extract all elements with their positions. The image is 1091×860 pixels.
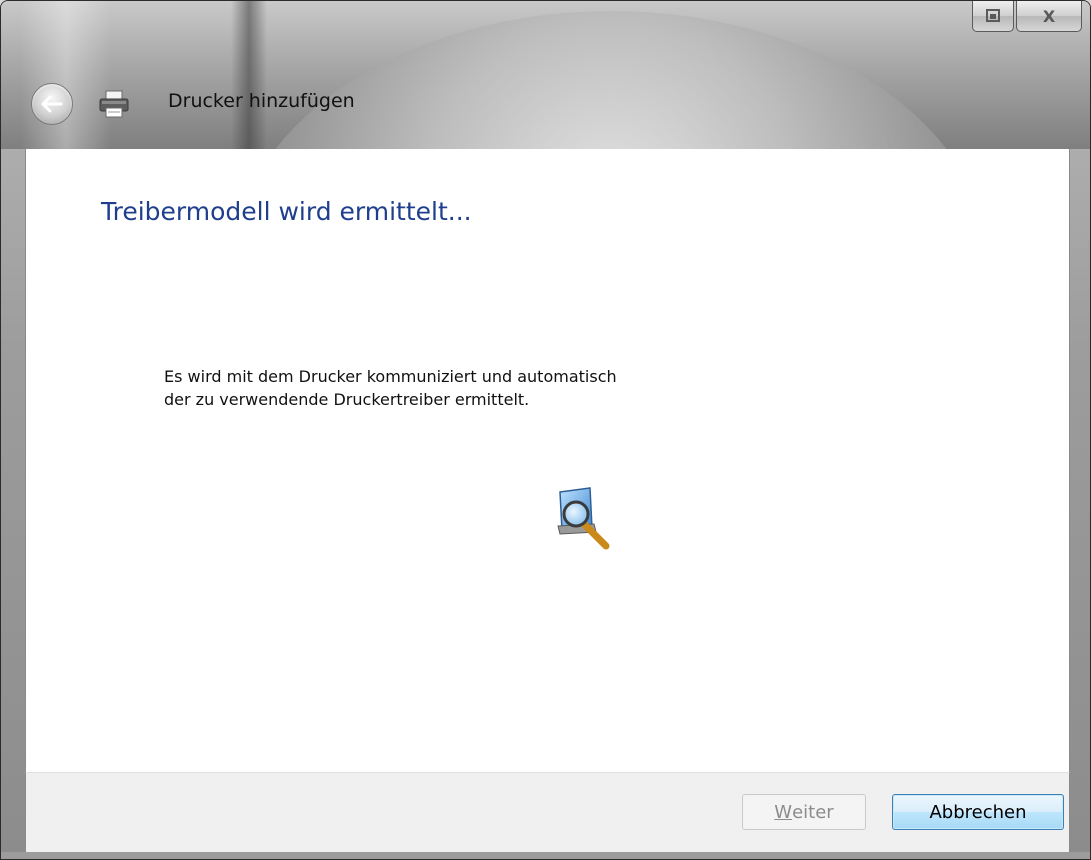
searching-magnifier-icon	[557, 487, 610, 550]
close-button[interactable]: X	[1016, 1, 1082, 32]
wizard-content: Treibermodell wird ermittelt... Es wird …	[25, 149, 1070, 772]
wizard-window: X Drucker hinzufügen Treibermodell wird …	[0, 0, 1091, 860]
restore-button[interactable]	[972, 1, 1014, 32]
close-icon: X	[1042, 6, 1056, 26]
page-heading: Treibermodell wird ermittelt...	[101, 197, 472, 226]
window-bottom-frame	[1, 852, 1090, 859]
printer-icon	[99, 90, 129, 118]
caption-buttons: X	[972, 1, 1082, 37]
glass-arc-decoration	[231, 11, 991, 149]
wizard-footer: Weiter Abbrechen	[25, 772, 1070, 853]
next-button-label: eiter	[792, 801, 834, 823]
glass-streak	[231, 1, 267, 149]
next-button-accelerator: W	[774, 801, 793, 823]
back-button[interactable]	[31, 83, 73, 125]
title-bar[interactable]: X Drucker hinzufügen	[1, 1, 1090, 149]
description-line-2: der zu verwendende Druckertreiber ermitt…	[164, 390, 530, 409]
glass-highlight	[21, 1, 111, 149]
description-line-1: Es wird mit dem Drucker kommuniziert und…	[164, 367, 617, 386]
window-title: Drucker hinzufügen	[168, 90, 355, 112]
cancel-button[interactable]: Abbrechen	[892, 794, 1064, 830]
back-arrow-icon	[41, 95, 63, 113]
restore-icon	[986, 9, 1000, 22]
next-button[interactable]: Weiter	[742, 794, 866, 830]
description-text: Es wird mit dem Drucker kommuniziert und…	[164, 365, 764, 411]
